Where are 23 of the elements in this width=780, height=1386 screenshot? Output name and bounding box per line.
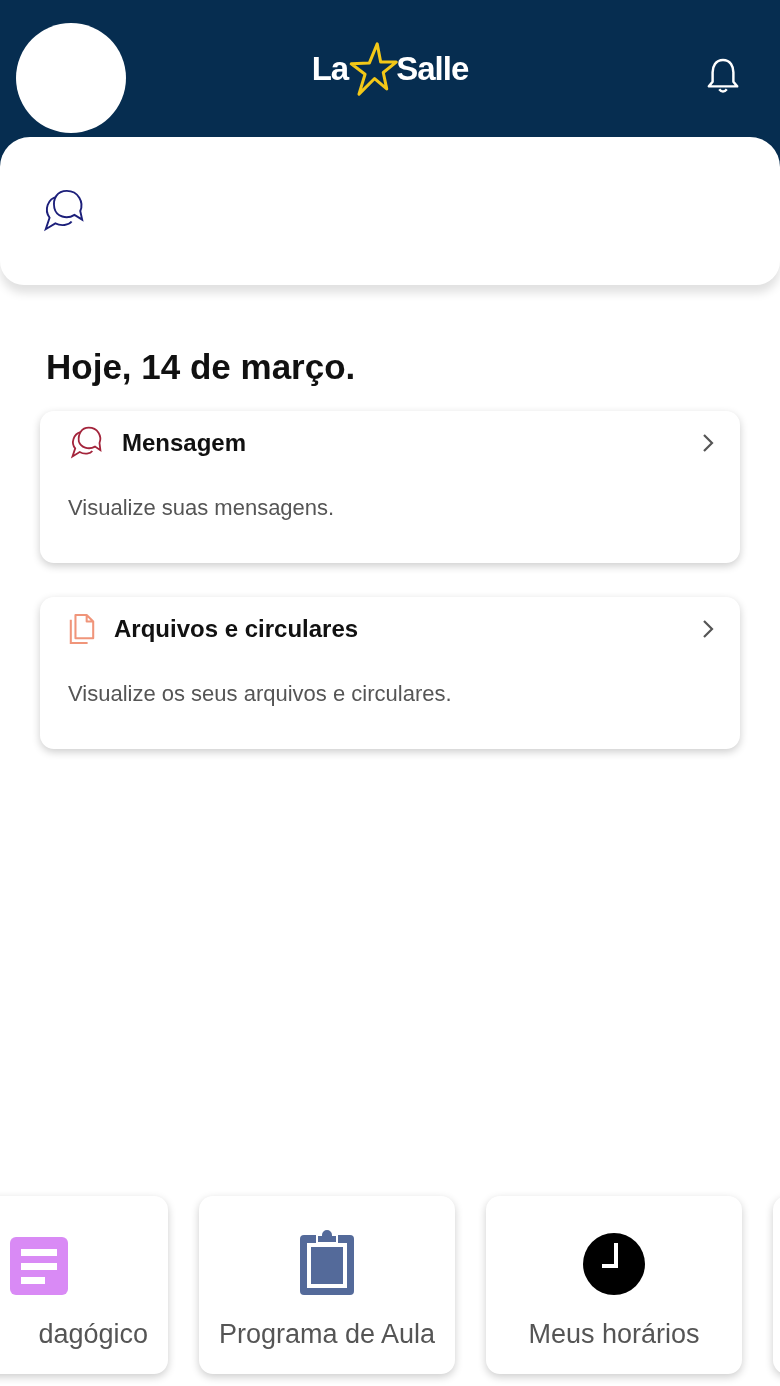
card-title: Mensagem	[122, 429, 247, 457]
shortcut-label: dagógico	[38, 1319, 148, 1350]
menu-card[interactable]: Arquivos e circulares Visualize os seus arquivos e circulares.	[40, 597, 740, 749]
chevron-icon	[702, 619, 714, 639]
card-description: Visualize suas mensagens.	[68, 495, 336, 521]
card-title: Arquivos e circulares	[114, 615, 359, 643]
logo-text: Salle	[396, 50, 469, 88]
shortcut-card[interactable]: dagógico	[0, 1196, 168, 1374]
documents-icon	[68, 612, 96, 646]
shortcut-card[interactable]: Meus horários	[486, 1196, 742, 1374]
card-description: Visualize os seus arquivos e circulares.	[68, 681, 453, 707]
bell-icon[interactable]	[706, 57, 740, 95]
menu-card[interactable]: Mensagem Visualize suas mensagens.	[40, 411, 740, 563]
date-heading: Hoje, 14 de março.	[46, 347, 357, 387]
shortcut-label: Programa de Aula	[218, 1319, 436, 1350]
clipboard-icon	[300, 1229, 354, 1295]
logo-text: La	[311, 50, 349, 88]
chat-bubbles-icon	[68, 425, 104, 461]
shortcut-card[interactable]: Programa de Aula	[199, 1196, 455, 1374]
shortcut-label: Meus horários	[528, 1319, 700, 1350]
document-lines-icon	[10, 1237, 68, 1295]
chevron-icon	[702, 433, 714, 453]
clock-icon	[583, 1233, 645, 1295]
